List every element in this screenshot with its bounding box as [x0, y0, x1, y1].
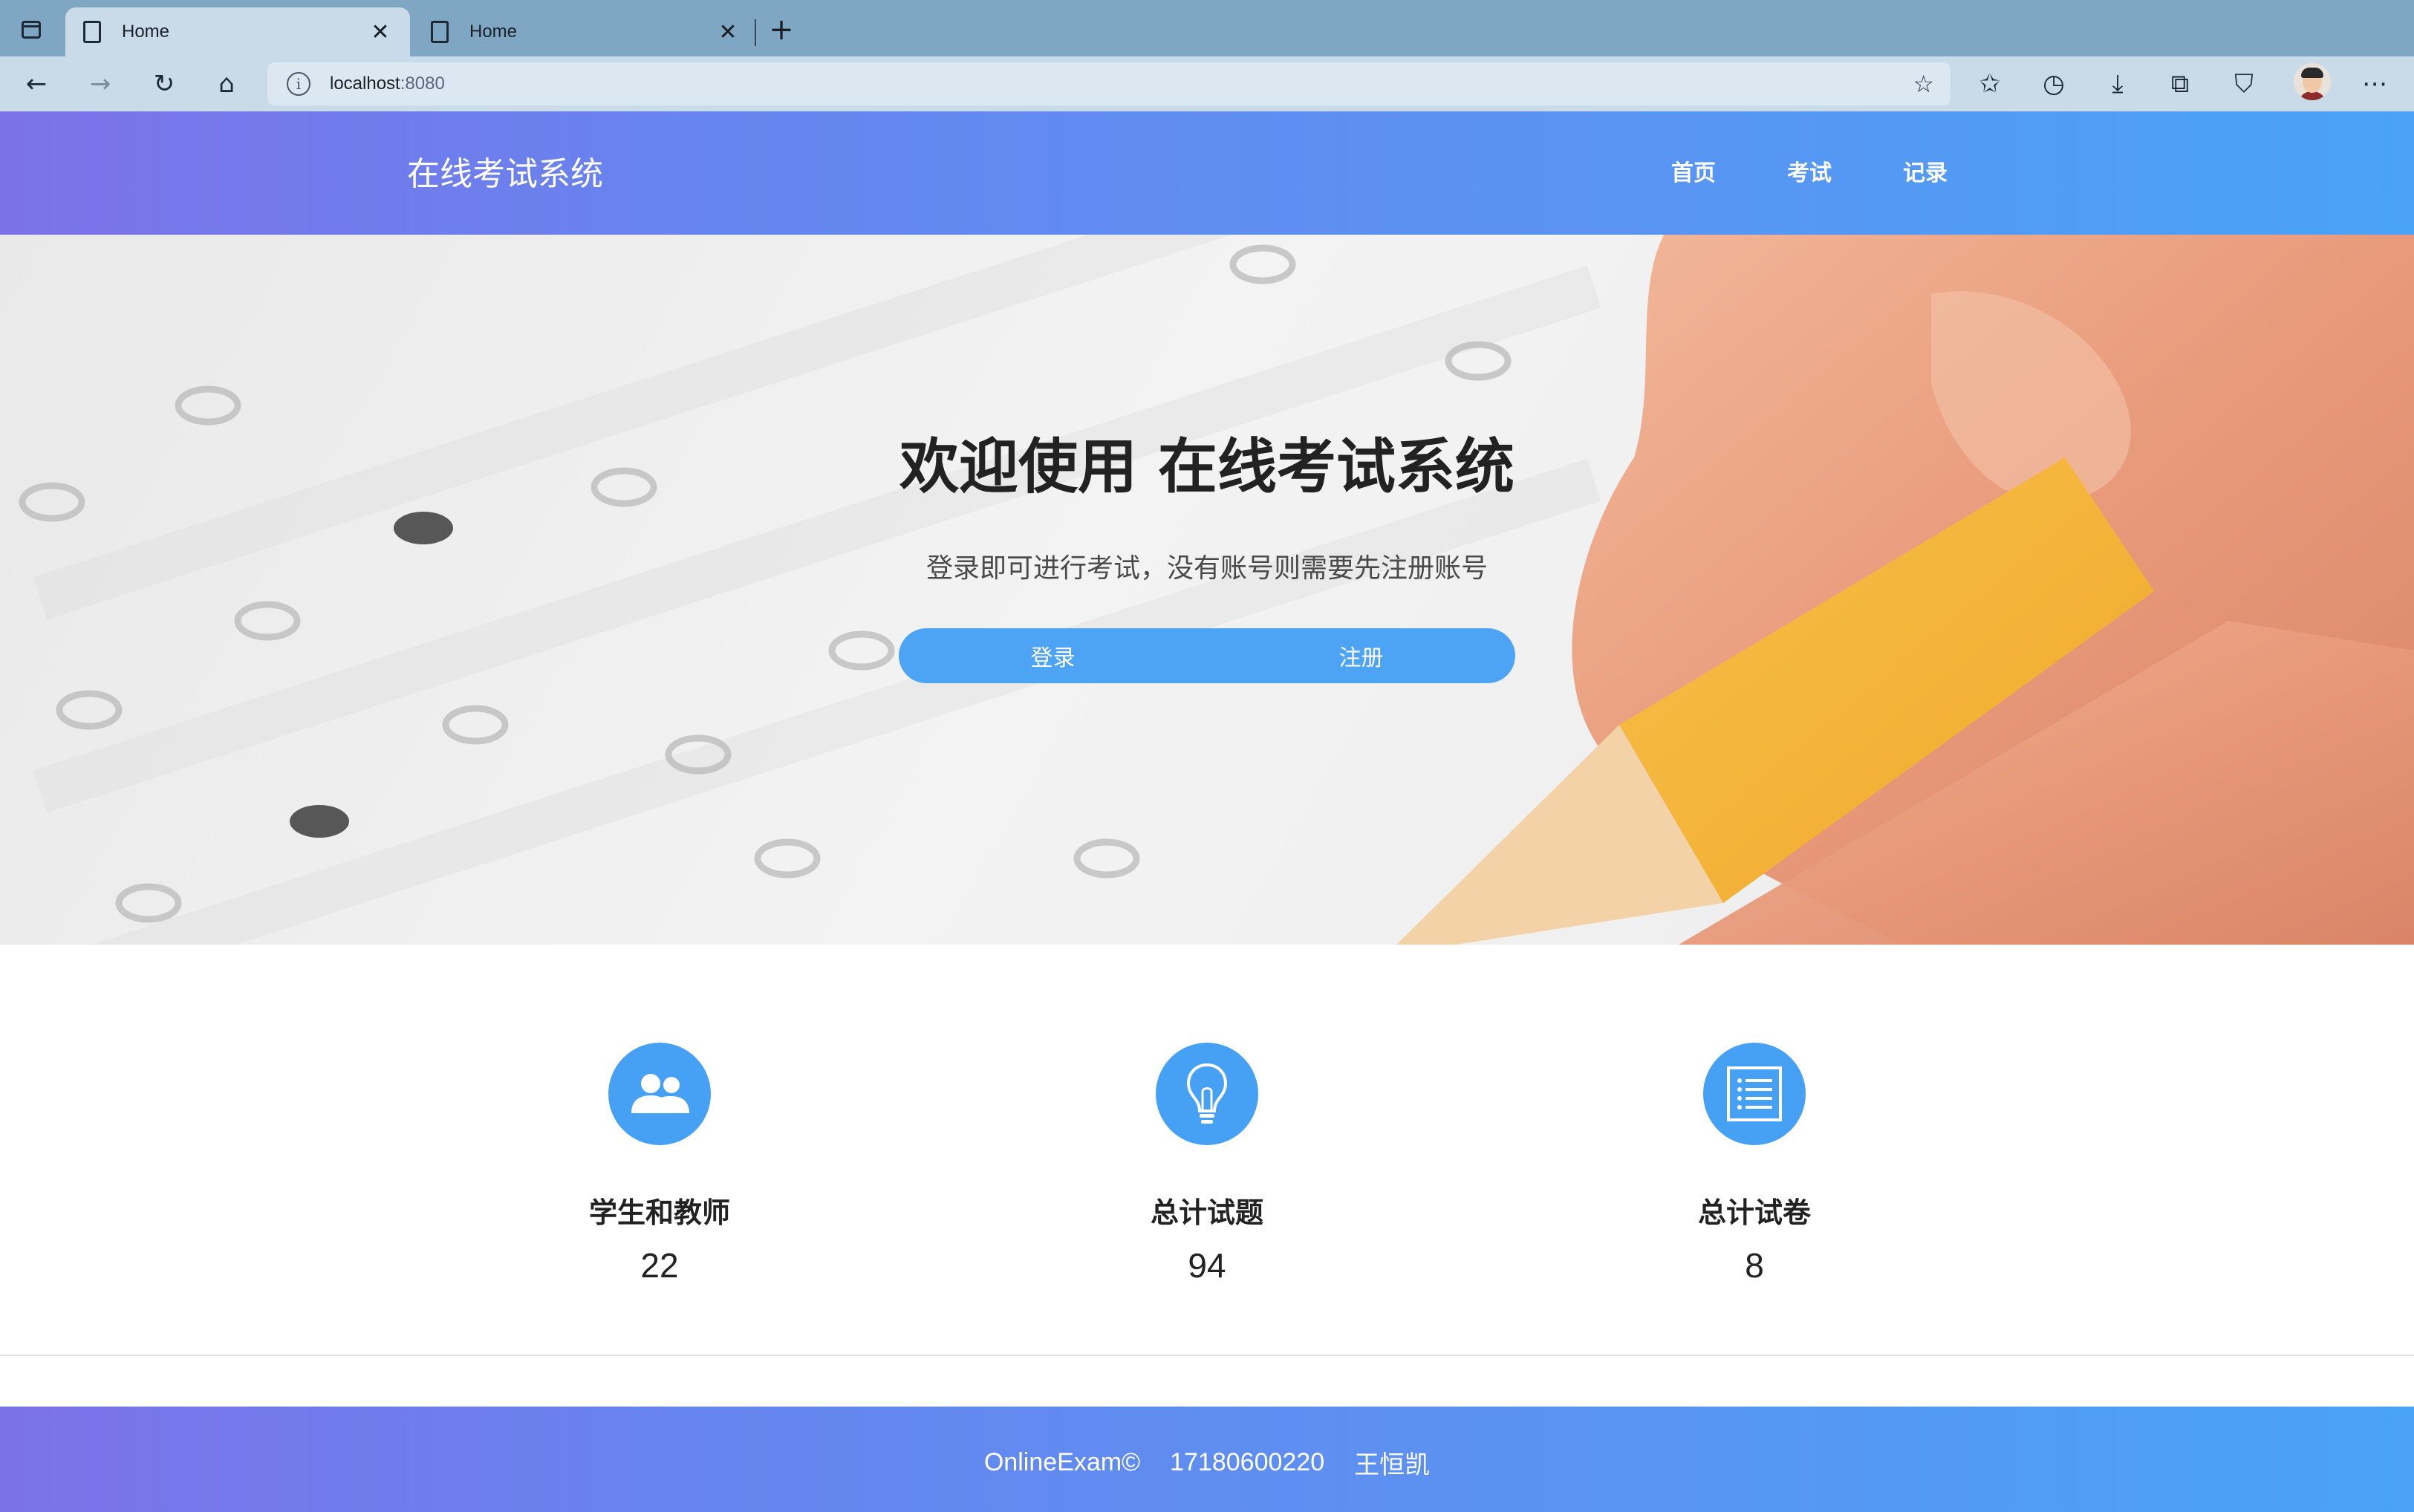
back-arrow-icon[interactable]: ← — [18, 65, 55, 102]
site-header: 在线考试系统 首页 考试 记录 — [0, 111, 2414, 235]
browser-tab-home[interactable]: Home ✕ — [413, 7, 758, 56]
stat-papers: 总计试卷 8 — [1606, 1043, 1903, 1285]
statistics-section: 学生和教师 22 总计试题 94 总计试卷 8 — [0, 945, 2414, 1355]
footer-student-id: 17180600220 — [1170, 1447, 1325, 1476]
stat-questions: 总计试题 94 — [1058, 1043, 1356, 1285]
page-icon — [431, 21, 449, 43]
nav-home[interactable]: 首页 — [1671, 154, 1716, 187]
tab-separator — [755, 19, 756, 46]
url-host: localhost — [330, 74, 400, 94]
profile-avatar[interactable] — [2294, 63, 2331, 100]
hero-title: 欢迎使用 在线考试系统 — [899, 432, 1515, 501]
refresh-icon[interactable]: ↻ — [146, 65, 183, 102]
answer-sheet-pencil-image — [19, 235, 2414, 945]
nav-records[interactable]: 记录 — [1903, 154, 1948, 187]
close-tab-icon[interactable]: ✕ — [716, 19, 740, 45]
users-icon — [608, 1043, 711, 1145]
stat-label: 总计试卷 — [1697, 1196, 1811, 1229]
browser-tab-bar: Home ✕ Home ✕ + — [0, 0, 2414, 56]
site-info-icon[interactable]: i — [287, 72, 310, 96]
close-tab-icon[interactable]: ✕ — [368, 19, 392, 45]
collections-icon[interactable]: ⧉ — [2161, 65, 2199, 102]
tab-title: Home — [469, 22, 518, 42]
browser-tab-home-active[interactable]: Home ✕ — [65, 7, 410, 56]
page-icon — [83, 21, 101, 43]
stat-label: 学生和教师 — [588, 1196, 730, 1229]
footer-brand: OnlineExam© — [983, 1447, 1141, 1476]
new-tab-button[interactable]: + — [765, 13, 798, 47]
address-bar[interactable]: i localhost:8080 ☆ — [267, 62, 1951, 105]
hero-subtitle: 登录即可进行考试，没有账号则需要先注册账号 — [925, 553, 1488, 584]
home-icon[interactable]: ⌂ — [208, 65, 245, 102]
add-favorite-icon[interactable]: ☆ — [1913, 71, 1934, 97]
forward-arrow-icon[interactable]: → — [82, 65, 119, 102]
stat-users: 学生和教师 22 — [511, 1043, 808, 1285]
site-title[interactable]: 在线考试系统 — [407, 147, 603, 195]
browser-toolbar: ← → ↻ ⌂ i localhost:8080 ☆ ✩ ◷ ⤓ ⧉ ⛉ ⋯ — [0, 56, 2414, 111]
lightbulb-icon — [1156, 1043, 1258, 1145]
browser-essentials-icon[interactable]: ⛉ — [2225, 65, 2262, 102]
stat-value: 94 — [1188, 1246, 1226, 1285]
history-icon[interactable]: ◷ — [2035, 65, 2072, 102]
list-icon — [1703, 1043, 1806, 1145]
tab-title: Home — [122, 22, 170, 42]
stat-value: 8 — [1745, 1246, 1764, 1285]
hero-banner: 欢迎使用 在线考试系统 登录即可进行考试，没有账号则需要先注册账号 登录 注册 — [0, 235, 2414, 945]
section-divider — [0, 1355, 2414, 1356]
auth-button-group: 登录 注册 — [899, 628, 1515, 683]
stat-value: 22 — [640, 1246, 679, 1285]
register-button[interactable]: 注册 — [1207, 628, 1515, 683]
tab-actions-icon[interactable] — [15, 13, 48, 46]
favorites-icon[interactable]: ✩ — [1971, 65, 2008, 102]
more-menu-icon[interactable]: ⋯ — [2356, 65, 2393, 102]
login-button[interactable]: 登录 — [899, 628, 1207, 683]
url-port: :8080 — [400, 74, 445, 94]
footer-author: 王恒凯 — [1354, 1450, 1431, 1480]
stat-label: 总计试题 — [1150, 1196, 1263, 1229]
site-footer: OnlineExam© 17180600220 王恒凯 — [0, 1407, 2414, 1512]
nav-exam[interactable]: 考试 — [1787, 154, 1832, 187]
downloads-icon[interactable]: ⤓ — [2099, 65, 2136, 102]
